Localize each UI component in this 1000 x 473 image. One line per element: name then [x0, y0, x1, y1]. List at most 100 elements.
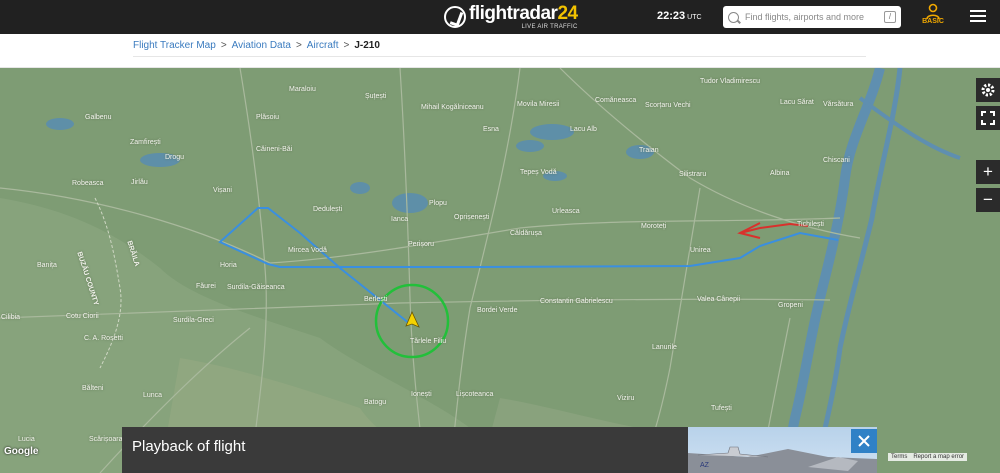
fullscreen-icon — [981, 111, 995, 125]
place-label: Ionești — [411, 391, 432, 398]
playback-title: Playback of flight — [132, 438, 246, 455]
place-label: Scărișoara — [89, 436, 123, 443]
place-label: Horia — [220, 262, 237, 269]
playback-panel: Playback of flight — [122, 427, 688, 473]
place-label: Tichilești — [797, 221, 824, 228]
close-playback-button[interactable] — [851, 429, 877, 453]
place-label: Scorțaru Vechi — [645, 102, 691, 109]
clock-timezone: UTC — [687, 14, 702, 21]
place-label: Lișcoteanca — [456, 391, 494, 398]
place-label: Lucia — [18, 436, 35, 443]
breadcrumb-current-registration: J-210 — [354, 40, 380, 51]
flightradar24-logo[interactable]: flightradar24 LIVE AIR TRAFFIC — [444, 4, 578, 30]
terms-link[interactable]: Terms — [891, 454, 907, 460]
close-icon — [858, 435, 870, 447]
breadcrumb: Flight Tracker Map > Aviation Data > Aircr… — [133, 40, 380, 51]
place-label: Silistraru — [679, 171, 707, 178]
map-attribution: Terms Report a map error — [888, 453, 968, 461]
google-logo: Google — [4, 446, 39, 457]
place-label: Lacu Sărat — [780, 99, 814, 106]
place-label: Galbenu — [85, 114, 112, 121]
place-label: Plăsoiu — [256, 114, 279, 121]
place-label: Vărsătura — [823, 101, 854, 108]
place-label: Gropeni — [778, 302, 803, 309]
place-label: Căldărușa — [510, 230, 542, 237]
report-map-error-link[interactable]: Report a map error — [913, 454, 964, 460]
place-label: Lunca — [143, 392, 163, 399]
logo-mark-icon — [444, 6, 466, 28]
breadcrumb-aviation-data[interactable]: Aviation Data — [232, 40, 291, 51]
place-label: Șuțești — [365, 93, 387, 100]
place-label: Mihail Kogălniceanu — [421, 104, 484, 111]
svg-text:AZ: AZ — [700, 462, 710, 469]
breadcrumb-bar: Flight Tracker Map > Aviation Data > Aircr… — [0, 34, 1000, 68]
place-label: Robeasca — [72, 180, 104, 187]
place-label: Viziru — [617, 395, 635, 402]
breadcrumb-flight-tracker-map[interactable]: Flight Tracker Map — [133, 40, 216, 51]
place-label: Bălteni — [82, 385, 104, 392]
zoom-out-button[interactable]: − — [976, 188, 1000, 212]
place-label: Urleasca — [552, 208, 580, 215]
place-label: Perișoru — [408, 241, 435, 248]
place-label: Bordei Verde — [477, 307, 518, 314]
place-label: C. A. Rosetti — [84, 335, 123, 342]
place-label: Zamfirești — [130, 139, 161, 146]
zoom-in-button[interactable]: + — [976, 160, 1000, 184]
place-label: Surdila-Greci — [173, 317, 214, 324]
top-bar: flightradar24 LIVE AIR TRAFFIC 22:23 UTC … — [0, 0, 1000, 34]
place-label: Plopu — [429, 200, 447, 207]
place-label: Unirea — [690, 247, 711, 254]
plan-label: BASIC — [922, 18, 944, 25]
breadcrumb-separator: > — [295, 40, 302, 51]
place-label: Tărlele Filiu — [410, 338, 447, 345]
search-shortcut-key: / — [884, 11, 896, 23]
search-input[interactable] — [745, 12, 879, 22]
flight-map[interactable]: Maraloiu Șuțești Mihail Kogălniceanu Mov… — [0, 68, 1000, 473]
breadcrumb-separator: > — [220, 40, 227, 51]
place-label: Mircea Vodă — [288, 247, 327, 254]
breadcrumb-separator: > — [343, 40, 350, 51]
place-label: Căineni-Băi — [256, 146, 293, 153]
hamburger-menu-icon[interactable] — [970, 10, 986, 24]
map-settings-button[interactable] — [976, 78, 1000, 102]
utc-clock: 22:23 UTC — [657, 10, 702, 22]
aircraft-icon — [405, 311, 420, 328]
place-label: Berlești — [364, 296, 388, 303]
gear-icon — [981, 83, 995, 97]
place-label: Batogu — [364, 399, 387, 406]
logo-tagline: LIVE AIR TRAFFIC — [521, 24, 578, 30]
place-label: Tudor Vladimirescu — [700, 78, 761, 85]
place-label: Maraloiu — [289, 86, 316, 93]
place-label: Dedulești — [313, 206, 343, 213]
place-label: Tepeș Vodă — [520, 169, 557, 176]
place-label: Ianca — [391, 216, 409, 223]
place-label: Moroteți — [641, 223, 667, 230]
place-label: Albina — [770, 170, 790, 177]
fullscreen-button[interactable] — [976, 106, 1000, 130]
place-label: Chiscani — [823, 157, 850, 164]
place-label: Cotu Ciorii — [66, 313, 99, 320]
place-label: Surdila-Găiseanca — [227, 284, 285, 291]
aircraft-photo-image: AZ — [688, 446, 877, 473]
place-label: Lacu Alb — [570, 126, 597, 133]
aircraft-photo[interactable]: AZ — [688, 427, 877, 473]
place-label: Jirlău — [131, 179, 148, 186]
place-label: Esna — [483, 126, 499, 133]
place-label: Constantin Gabrielescu — [540, 298, 613, 305]
place-label: Lanurile — [652, 344, 677, 351]
place-label: Drogu — [165, 154, 185, 161]
place-label: Cilibia — [1, 314, 21, 321]
place-label: Movila Miresii — [517, 101, 560, 108]
place-label: Tufești — [711, 405, 732, 412]
place-label: Valea Cânepii — [697, 296, 741, 303]
search-icon — [728, 11, 739, 23]
place-label: Banița — [37, 262, 57, 269]
account-button[interactable]: BASIC — [918, 3, 948, 33]
place-label: Oprișenești — [454, 214, 490, 221]
logo-wordmark: flightradar — [469, 3, 558, 24]
map-canvas[interactable] — [0, 68, 1000, 473]
clock-time: 22:23 — [657, 10, 686, 22]
breadcrumb-aircraft[interactable]: Aircraft — [307, 40, 339, 51]
logo-number: 24 — [557, 3, 578, 24]
search-box[interactable]: / — [723, 6, 901, 28]
